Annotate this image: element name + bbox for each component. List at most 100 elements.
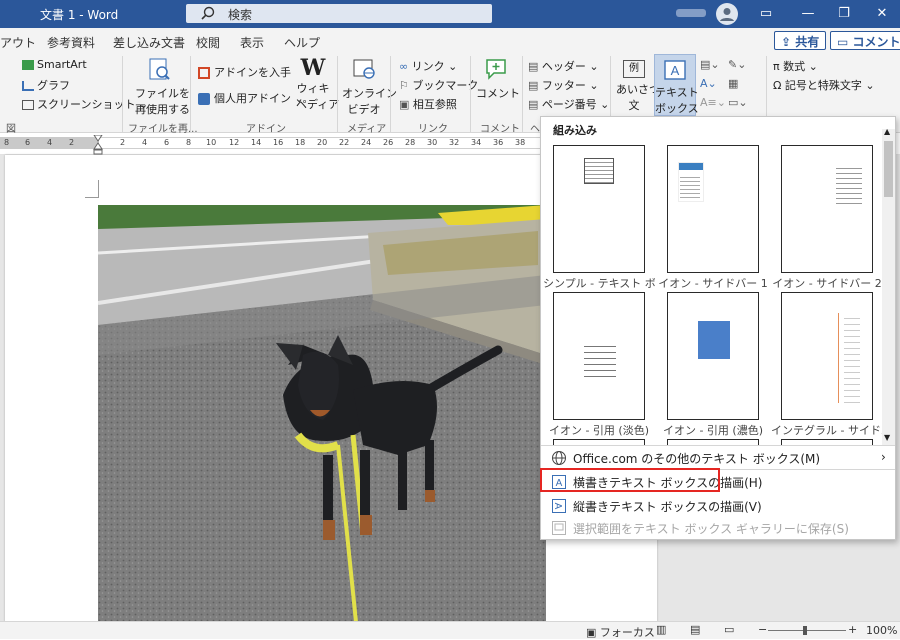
date-time-button[interactable]: ▦ [728,77,738,90]
smartart-button[interactable]: SmartArt [22,58,87,71]
page-number-label: ページ番号 [541,98,597,111]
chevron-down-icon: ⌄ [861,79,875,92]
textbox-label-1: テキスト [655,86,699,99]
zoom-level[interactable]: 100% [866,624,897,637]
gallery-item-ion-sidebar-2[interactable] [781,145,873,273]
footer-button[interactable]: ▤ フッター ⌄ [528,77,599,93]
wordart-button[interactable]: A⌄ [700,77,717,90]
screenshot-icon [22,100,34,110]
chevron-down-icon: ⌄ [805,60,818,73]
bookmark-icon: ⚐ [399,79,413,92]
divider [470,56,471,132]
gallery-item-ion-sidebar-1[interactable] [667,145,759,273]
inserted-photo[interactable] [98,205,546,622]
chart-button[interactable]: グラフ [22,77,70,93]
zoom-out-button[interactable]: − [758,623,767,636]
divider [337,56,338,132]
gallery-item-ion-quote-light[interactable] [553,292,645,420]
focus-mode-button[interactable]: ▣ フォーカス [586,624,655,640]
share-icon: ⇪ [781,35,792,49]
ribbon-tabs: アウト 参考資料 差し込み文書 校閲 表示 ヘルプ ⇪ 共有 ▭ コメント [0,28,900,52]
cross-reference-button[interactable]: ▣ 相互参照 [399,96,457,112]
save-selection-menu-item[interactable]: 選択範囲をテキスト ボックス ギャラリーに保存(S) [541,517,895,539]
gallery-item-ion-quote-dark[interactable] [667,292,759,420]
scroll-down-icon[interactable]: ▼ [884,433,890,442]
tab-layout[interactable]: アウト [0,34,36,51]
object-button[interactable]: ▭⌄ [728,96,748,109]
screenshot-button[interactable]: スクリーンショット ⌄ [22,96,148,112]
share-label: 共有 [795,35,820,49]
wikipedia-button[interactable]: W ウィキ ペディア [296,56,339,112]
addin-icon [198,93,210,105]
search-box[interactable]: 検索 [186,4,492,23]
gallery-scrollbar[interactable]: ▲ ▼ [882,127,895,445]
scroll-up-icon[interactable]: ▲ [884,127,890,136]
group-comments: コメント [480,124,520,135]
link-button[interactable]: ∞ リンク ⌄ [399,58,457,74]
menu-label: 縦書きテキスト ボックスの描画(V) [573,500,762,514]
omega-icon: Ω [773,79,785,92]
new-comment-icon [486,59,506,80]
group-header-footer: ヘ [530,124,540,135]
chevron-right-icon: › [881,450,886,464]
comments-label: コメント [852,35,900,49]
zoom-in-button[interactable]: + [848,623,857,636]
greeting-button[interactable]: 例 あいさつ 文 [616,60,660,113]
get-addins-button[interactable]: アドインを入手 [198,64,291,80]
group-illustrations: 図 [6,124,16,135]
object-icon: ▭⌄ [728,96,748,109]
draw-vertical-textbox-menu-item[interactable]: A 縦書きテキスト ボックスの描画(V) [541,495,895,517]
equation-button[interactable]: π 数式 ⌄ [773,58,818,74]
cross-reference-label: 相互参照 [412,98,457,111]
avatar[interactable] [716,3,738,25]
comment-label: コメント [476,87,520,100]
gallery-item-integral-sidebar[interactable] [781,292,873,420]
drop-cap-button[interactable]: A≡⌄ [700,96,726,109]
tab-references[interactable]: 参考資料 [47,34,95,51]
header-button[interactable]: ▤ ヘッダー ⌄ [528,58,599,74]
vertical-textbox-icon: A [552,499,566,513]
menu-divider [541,445,895,446]
web-layout-icon[interactable]: ▭ [724,623,734,636]
wikipedia-label-1: ウィキ [296,82,330,95]
chart-label: グラフ [37,79,70,92]
more-textboxes-menu-item[interactable]: Office.com のその他のテキスト ボックス(M) › [541,447,895,469]
zoom-slider[interactable] [768,630,846,631]
tab-review[interactable]: 校閲 [196,34,220,51]
symbol-button[interactable]: Ω 記号と特殊文字 ⌄ [773,77,875,93]
restore-button[interactable]: ❐ [834,4,854,24]
close-button[interactable]: ✕ [872,4,892,24]
smartart-icon [22,60,34,70]
ruler-number: 2 [69,138,75,147]
signature-line-button[interactable]: ✎⌄ [728,58,746,71]
page-number-button[interactable]: ▤ ページ番号 ⌄ [528,96,609,112]
get-addins-label: アドインを入手 [214,66,291,79]
thumb-preview-lines [584,341,616,379]
textbox-button[interactable]: A テキスト ボックス [654,54,699,116]
read-mode-icon[interactable]: ▥ [656,623,666,636]
my-addins-button[interactable]: 個人用アドイン ⌄ [198,90,304,106]
screenshot-label: スクリーンショット [37,98,136,111]
ribbon-display-button[interactable]: ▭ [756,4,776,24]
quick-parts-button[interactable]: ▤⌄ [700,58,720,71]
ruler-number: 10 [206,138,217,147]
minimize-button[interactable]: — [798,4,818,24]
gallery-item-simple-textbox[interactable] [553,145,645,273]
print-layout-icon[interactable]: ▤ [690,623,700,636]
online-video-button[interactable]: オンライン ビデオ [342,56,397,117]
bookmark-button[interactable]: ⚐ ブックマーク [399,77,478,93]
online-video-label-2: ビデオ [347,103,381,116]
tab-help[interactable]: ヘルプ [284,34,320,51]
indent-marker-icon[interactable] [93,135,103,155]
gallery-label: イオン - 引用 (淡色) [548,424,650,437]
share-button[interactable]: ⇪ 共有 [774,31,827,50]
online-video-label-1: オンライン [342,87,397,100]
thumb-preview-lines [836,164,862,204]
comment-button[interactable]: コメント [476,56,520,101]
comments-button[interactable]: ▭ コメント [830,31,900,50]
tab-view[interactable]: 表示 [240,34,264,51]
tab-mailings[interactable]: 差し込み文書 [113,34,185,51]
scrollbar-thumb[interactable] [884,141,893,197]
reuse-file-button[interactable]: ファイルを 再使用する [135,56,190,117]
zoom-slider-thumb[interactable] [803,626,807,635]
